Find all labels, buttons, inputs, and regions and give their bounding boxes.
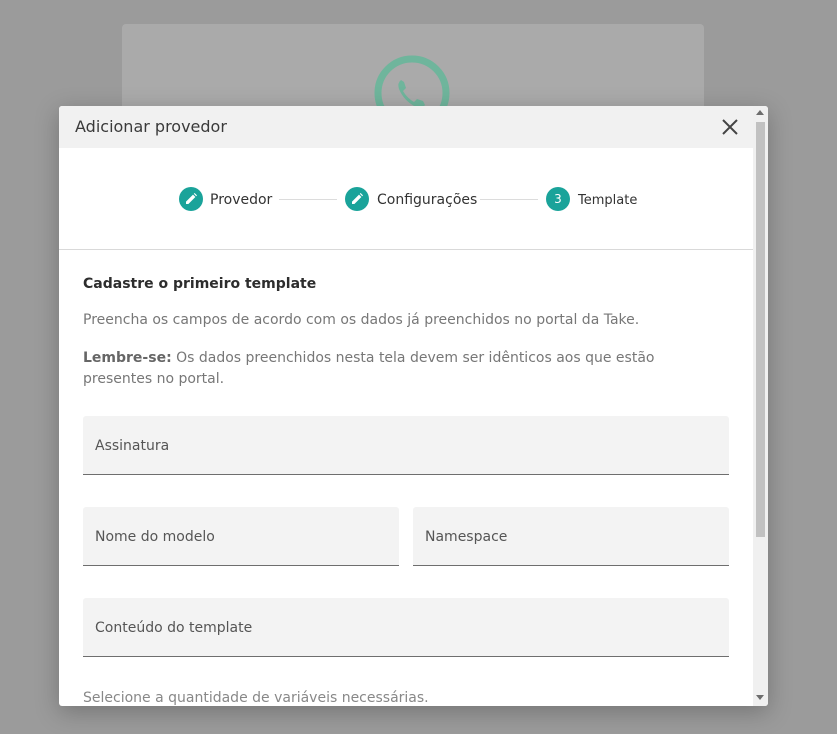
- modal-header: Adicionar provedor: [59, 106, 753, 148]
- section-title: Cadastre o primeiro template: [83, 276, 317, 292]
- model-name-field-label: Nome do modelo: [95, 529, 215, 545]
- divider: [59, 249, 753, 250]
- signature-field[interactable]: Assinatura: [83, 416, 729, 475]
- stepper: Provedor Configurações 3 Template: [59, 148, 753, 250]
- step-connector: [480, 199, 538, 200]
- pencil-icon: [352, 193, 363, 204]
- reminder-text: Lembre-se: Os dados preenchidos nesta te…: [83, 348, 723, 390]
- signature-field-label: Assinatura: [95, 438, 170, 454]
- step-provedor-icon[interactable]: [179, 187, 203, 211]
- namespace-field-label: Namespace: [425, 529, 508, 545]
- step-connector: [279, 199, 337, 200]
- scroll-down-arrow-icon[interactable]: [756, 695, 764, 700]
- template-content-field-label: Conteúdo do template: [95, 620, 253, 636]
- close-icon[interactable]: [719, 116, 741, 138]
- step-label-provedor: Provedor: [210, 192, 273, 208]
- step-label-template: Template: [578, 193, 638, 208]
- modal-title: Adicionar provedor: [75, 117, 227, 136]
- modal-scrollbar[interactable]: [753, 106, 768, 706]
- namespace-field[interactable]: Namespace: [413, 507, 729, 566]
- model-name-field[interactable]: Nome do modelo: [83, 507, 399, 566]
- pencil-icon: [186, 193, 197, 204]
- step-template-number[interactable]: 3: [546, 187, 570, 211]
- reminder-label: Lembre-se:: [83, 350, 172, 366]
- scroll-up-arrow-icon[interactable]: [756, 110, 764, 115]
- step-label-configuracoes: Configurações: [377, 192, 478, 208]
- step-configuracoes-icon[interactable]: [345, 187, 369, 211]
- variables-hint: Selecione a quantidade de variáveis nece…: [83, 690, 429, 706]
- scroll-thumb[interactable]: [756, 122, 765, 537]
- add-provider-modal: Adicionar provedor Provedor Configuraçõe…: [59, 106, 768, 706]
- description-text: Preencha os campos de acordo com os dado…: [83, 312, 640, 328]
- template-content-field[interactable]: Conteúdo do template: [83, 598, 729, 657]
- step-number: 3: [554, 192, 562, 206]
